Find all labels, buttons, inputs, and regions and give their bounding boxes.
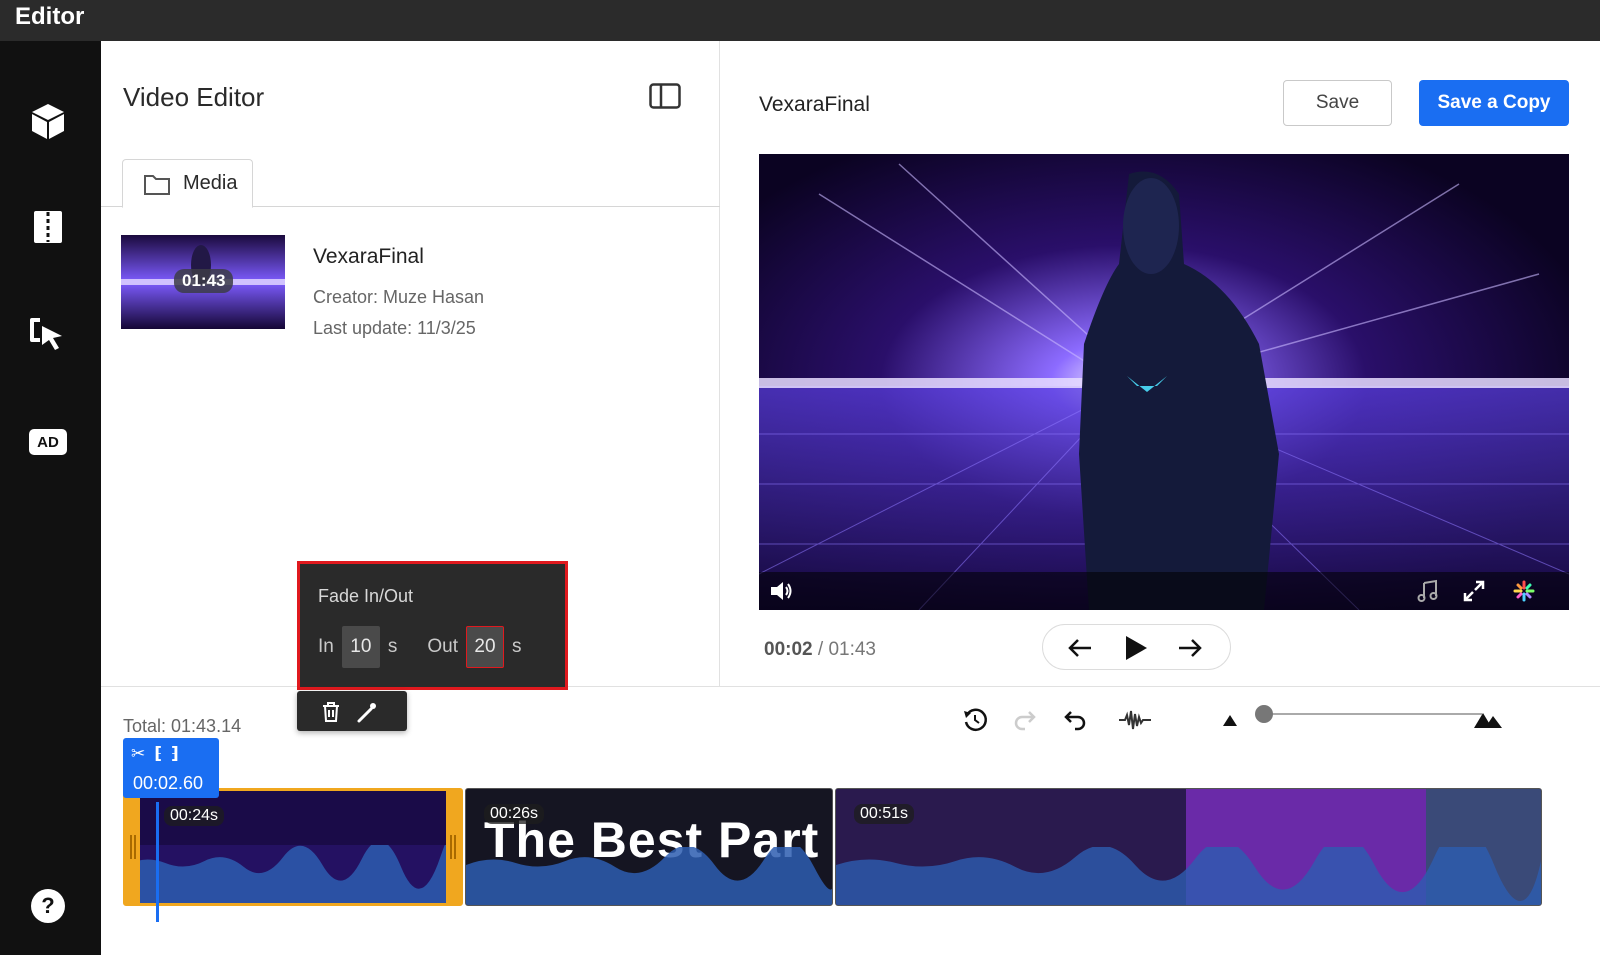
audio-waveform-button[interactable]: [1118, 703, 1152, 737]
clip-3-waveform: [836, 847, 1541, 905]
split-time: 00:02.60: [133, 773, 204, 793]
split-toolbox: ✂ ⁅ ⁆ 00:02.60: [123, 738, 219, 798]
trash-icon: [323, 702, 339, 722]
volume-icon: [771, 582, 792, 600]
video-controls: [759, 572, 1569, 610]
delete-clip-button[interactable]: [318, 699, 344, 725]
clip-2-waveform: [466, 847, 832, 905]
redo-button[interactable]: [1008, 703, 1042, 737]
fade-in-label: In: [318, 636, 334, 657]
mountain-small-icon: [1223, 715, 1237, 726]
audio-track-button[interactable]: [1415, 579, 1441, 603]
media-thumbnail[interactable]: 01:43: [121, 235, 285, 329]
rail-help-button[interactable]: ?: [26, 884, 70, 928]
next-frame-button[interactable]: [1175, 633, 1205, 663]
media-last-update: Last update: 11/3/25: [313, 318, 476, 338]
rail-3d-button[interactable]: [26, 99, 70, 143]
tab-media-label: Media: [183, 172, 238, 194]
arrow-right-icon: [1179, 639, 1202, 657]
fade-in-input[interactable]: 10: [341, 626, 380, 668]
layout-toggle-icon: [649, 83, 681, 109]
app-title: Editor: [15, 3, 85, 30]
effects-button[interactable]: [354, 699, 380, 725]
save-button[interactable]: Save: [1283, 80, 1392, 126]
waveform-icon: [1119, 710, 1151, 730]
timeline-total: Total: 01:43.14: [123, 716, 242, 736]
folder-icon: [144, 174, 170, 195]
zoom-slider-handle[interactable]: [1255, 705, 1273, 723]
preview-panel: VexaraFinal Save Save a Copy 00:02 / 01:…: [720, 41, 1600, 686]
fade-values: In 10 s Out 20 s: [318, 626, 521, 668]
fade-out-input[interactable]: 20: [465, 626, 504, 668]
clip-1-duration: 00:24s: [164, 806, 225, 826]
split-columns-icon: [34, 211, 62, 243]
help-icon: ?: [31, 889, 65, 923]
mountain-large-icon: [1474, 713, 1502, 728]
transport-controls: [1042, 624, 1231, 670]
undo-icon: [1064, 711, 1086, 731]
total-time: 01:43: [828, 639, 876, 660]
history-button[interactable]: [958, 703, 992, 737]
cursor-click-icon: [30, 318, 62, 350]
trim-start-icon[interactable]: ⁅: [154, 744, 162, 764]
save-copy-button[interactable]: Save a Copy: [1419, 80, 1569, 126]
undo-button[interactable]: [1058, 703, 1092, 737]
fullscreen-button[interactable]: [1461, 579, 1487, 603]
time-separator: /: [817, 639, 824, 660]
timecode: 00:02 / 01:43: [764, 639, 876, 661]
video-frame: [759, 154, 1569, 610]
timeline-clip-2[interactable]: The Best Part 00:26s: [465, 788, 833, 906]
fade-in-unit: s: [387, 636, 398, 657]
play-button[interactable]: [1121, 633, 1151, 663]
arrow-left-icon: [1068, 639, 1091, 657]
fade-out-unit: s: [511, 636, 522, 657]
video-player[interactable]: [759, 154, 1569, 610]
ad-icon: AD: [29, 429, 67, 455]
color-wheel-icon: [1513, 580, 1535, 602]
media-creator: Creator: Muze Hasan: [313, 287, 485, 307]
fade-out-label: Out: [427, 636, 458, 657]
app-top-bar: Editor: [0, 0, 1600, 41]
play-icon: [1126, 636, 1147, 660]
fullscreen-icon: [1463, 580, 1485, 602]
clip-1-left-trim-handle[interactable]: [126, 791, 140, 903]
timeline-playhead[interactable]: [156, 802, 159, 922]
layout-toggle-button[interactable]: [649, 83, 681, 109]
magic-wand-icon: [357, 703, 376, 723]
zoom-slider-track[interactable]: [1268, 713, 1482, 715]
rail-select-button[interactable]: [26, 312, 70, 356]
current-time: 00:02: [764, 639, 813, 660]
music-note-icon: [1417, 579, 1438, 602]
scissors-icon[interactable]: ✂: [131, 744, 145, 764]
tab-media[interactable]: Media: [122, 159, 253, 208]
clip-3-duration: 00:51s: [854, 804, 915, 824]
timeline-clip-3[interactable]: 00:51s: [835, 788, 1542, 906]
clip-mini-toolbar: [297, 691, 407, 731]
timeline-clip-1[interactable]: 00:24s: [123, 788, 463, 906]
previous-frame-button[interactable]: [1065, 633, 1095, 663]
thumbnail-duration: 01:43: [174, 269, 234, 293]
clip-1-right-trim-handle[interactable]: [446, 791, 460, 903]
redo-icon: [1014, 711, 1036, 731]
history-icon: [964, 708, 987, 732]
preview-title: VexaraFinal: [759, 93, 870, 116]
clip-1-waveform: [126, 845, 460, 903]
rail-split-button[interactable]: [26, 205, 70, 249]
clip-2-duration: 00:26s: [484, 804, 545, 824]
left-rail: AD ?: [0, 41, 101, 955]
zoom-out-button[interactable]: [1213, 703, 1247, 737]
panel-title: Video Editor: [123, 82, 265, 112]
fade-title: Fade In/Out: [318, 586, 414, 606]
media-name: VexaraFinal: [313, 245, 424, 268]
volume-button[interactable]: [769, 579, 795, 603]
media-info: VexaraFinal Creator: Muze Hasan Last upd…: [313, 245, 484, 339]
color-settings-button[interactable]: [1511, 579, 1537, 603]
zoom-in-button[interactable]: [1471, 703, 1505, 737]
rail-ad-button[interactable]: AD: [26, 420, 70, 464]
fade-popover: Fade In/Out In 10 s Out 20 s: [297, 561, 568, 690]
cube-icon: [32, 104, 64, 139]
trim-end-icon[interactable]: ⁆: [171, 744, 179, 764]
